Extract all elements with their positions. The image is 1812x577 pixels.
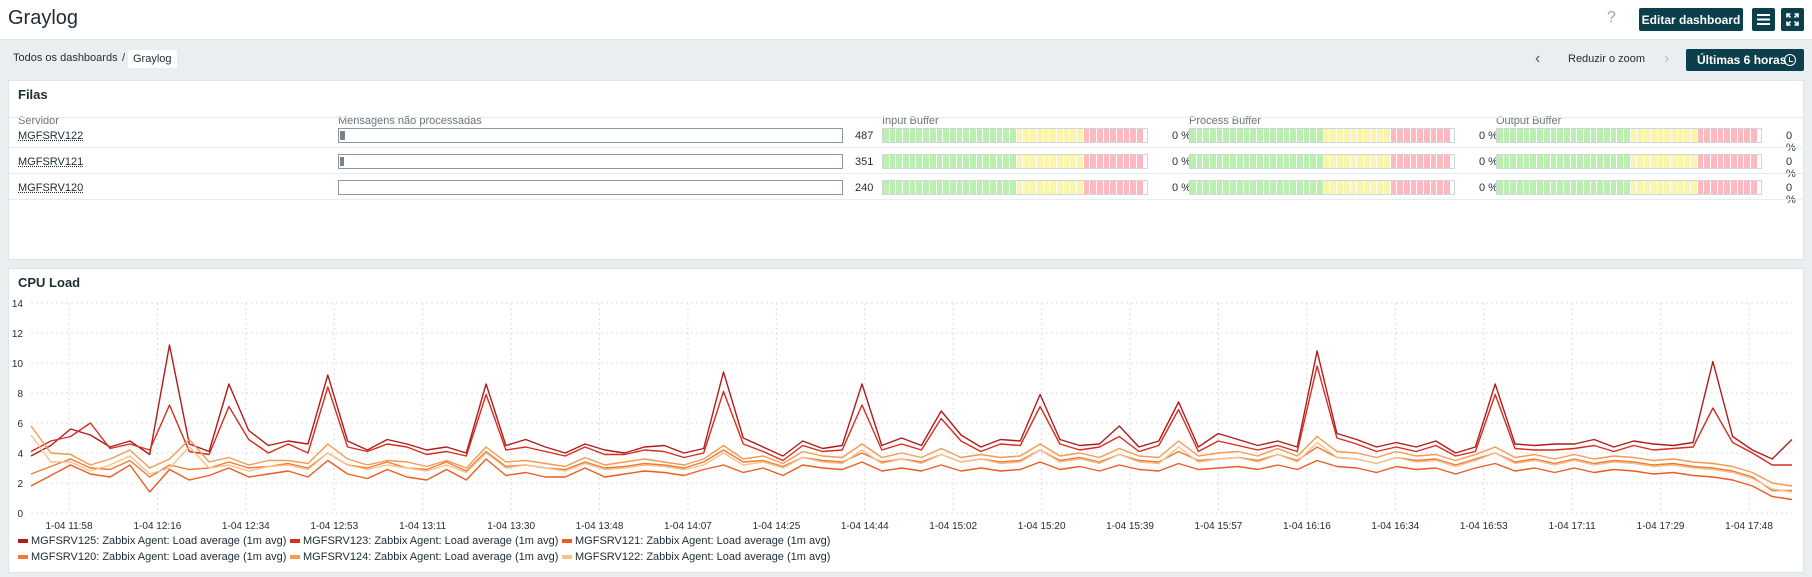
menu-icon [1757, 14, 1770, 25]
unprocessed-bar-fill [340, 157, 344, 166]
legend-label: MGFSRV120: Zabbix Agent: Load average (1… [31, 551, 287, 563]
legend-item[interactable]: MGFSRV122: Zabbix Agent: Load average (1… [562, 551, 830, 563]
x-tick-label: 1-04 16:34 [1371, 521, 1419, 532]
x-tick-label: 1-04 12:16 [134, 521, 182, 532]
legend-item[interactable]: MGFSRV123: Zabbix Agent: Load average (1… [290, 535, 558, 547]
x-tick-label: 1-04 11:58 [45, 521, 93, 532]
help-icon[interactable]: ? [1607, 9, 1616, 27]
y-tick-label: 6 [17, 419, 23, 430]
legend-swatch [562, 555, 572, 559]
row-divider [9, 117, 1805, 118]
unprocessed-bar [338, 180, 843, 195]
breadcrumb: Todos os dashboards / Graylog ‹ Reduzir … [0, 41, 1812, 79]
server-link[interactable]: MGFSRV121 [18, 156, 83, 168]
output-buffer-bar [1496, 154, 1762, 169]
legend-item[interactable]: MGFSRV121: Zabbix Agent: Load average (1… [562, 535, 830, 547]
x-tick-label: 1-04 13:30 [487, 521, 535, 532]
x-tick-label: 1-04 16:16 [1283, 521, 1331, 532]
output-buffer-percent: 0 % [1786, 156, 1796, 180]
legend-swatch [562, 539, 572, 543]
legend-label: MGFSRV125: Zabbix Agent: Load average (1… [31, 535, 287, 547]
legend-swatch [290, 539, 300, 543]
legend-item[interactable]: MGFSRV124: Zabbix Agent: Load average (1… [290, 551, 558, 563]
x-tick-label: 1-04 13:11 [399, 521, 447, 532]
unprocessed-count: 240 [855, 182, 874, 194]
output-buffer-percent: 0 % [1786, 130, 1796, 154]
x-tick-label: 1-04 14:07 [664, 521, 712, 532]
queues-title: Filas [18, 87, 48, 102]
y-tick-label: 8 [17, 389, 23, 400]
time-period-label: Últimas 6 horas [1697, 53, 1787, 67]
x-tick-label: 1-04 14:44 [841, 521, 889, 532]
app-title: Graylog [8, 7, 79, 29]
legend-label: MGFSRV122: Zabbix Agent: Load average (1… [575, 551, 831, 563]
output-buffer-percent: 0 % [1786, 182, 1796, 206]
x-tick-label: 1-04 15:57 [1195, 521, 1243, 532]
x-tick-label: 1-04 16:53 [1460, 521, 1508, 532]
series-line-2 [30, 365, 1792, 466]
server-link[interactable]: MGFSRV120 [18, 182, 83, 194]
time-period-button[interactable]: Últimas 6 horas [1686, 49, 1804, 71]
y-tick-label: 10 [12, 359, 24, 370]
breadcrumb-all-dashboards[interactable]: Todos os dashboards [13, 52, 118, 64]
unprocessed-count: 487 [855, 130, 874, 142]
unprocessed-bar [338, 128, 843, 143]
x-tick-label: 1-04 15:20 [1018, 521, 1066, 532]
y-tick-label: 12 [12, 329, 24, 340]
x-tick-label: 1-04 17:48 [1725, 521, 1773, 532]
chevron-left-icon[interactable]: ‹ [1535, 50, 1540, 68]
cpu-load-chart[interactable]: 0 2 4 6 8 10 12 14 1-04 11:58 1-04 12:16 1-04 12:3… [9, 269, 1805, 574]
process-buffer-bar [1189, 154, 1455, 169]
input-buffer-bar [882, 180, 1148, 195]
legend-swatch [290, 555, 300, 559]
y-tick-label: 4 [17, 449, 23, 460]
breadcrumb-separator: / [122, 52, 126, 64]
output-buffer-bar [1496, 180, 1762, 195]
y-tick-label: 0 [17, 509, 23, 520]
x-tick-label: 1-04 17:29 [1637, 521, 1685, 532]
clock-icon [1784, 54, 1796, 66]
x-tick-label: 1-04 15:02 [929, 521, 977, 532]
y-tick-label: 2 [17, 479, 23, 490]
fullscreen-icon [1786, 13, 1799, 26]
x-tick-label: 1-04 13:48 [576, 521, 624, 532]
legend-label: MGFSRV124: Zabbix Agent: Load average (1… [303, 551, 559, 563]
row-divider [9, 173, 1805, 174]
fullscreen-button[interactable] [1781, 8, 1804, 31]
process-buffer-bar [1189, 128, 1455, 143]
chevron-right-icon[interactable]: › [1664, 50, 1669, 68]
series-line-1 [30, 344, 1793, 460]
row-divider [9, 199, 1805, 200]
legend-label: MGFSRV123: Zabbix Agent: Load average (1… [303, 535, 559, 547]
unprocessed-count: 351 [855, 156, 874, 168]
row-divider [9, 147, 1805, 148]
input-buffer-bar [882, 128, 1148, 143]
y-tick-label: 14 [12, 299, 24, 310]
legend-label: MGFSRV121: Zabbix Agent: Load average (1… [575, 535, 831, 547]
breadcrumb-current: Graylog [128, 50, 177, 68]
cpu-load-widget: CPU Load 0 2 4 6 8 10 12 14 1-04 11:58 1-04 12:16… [8, 268, 1804, 573]
queues-widget: Filas Servidor Mensagens não processadas… [8, 80, 1805, 260]
menu-button[interactable] [1752, 8, 1775, 31]
unprocessed-bar [338, 154, 843, 169]
input-buffer-bar [882, 154, 1148, 169]
x-tick-label: 1-04 12:53 [310, 521, 358, 532]
x-tick-label: 1-04 15:39 [1106, 521, 1154, 532]
output-buffer-bar [1496, 128, 1762, 143]
series-line-5 [30, 425, 1793, 487]
unprocessed-bar-fill [340, 131, 346, 140]
edit-dashboard-button[interactable]: Editar dashboard [1639, 8, 1743, 31]
legend-swatch [18, 539, 28, 543]
server-link[interactable]: MGFSRV122 [18, 130, 83, 142]
zoom-out-button[interactable]: Reduzir o zoom [1568, 53, 1645, 65]
legend-swatch [18, 555, 28, 559]
top-header: Graylog ? Editar dashboard [0, 0, 1812, 40]
legend-item[interactable]: MGFSRV125: Zabbix Agent: Load average (1… [18, 535, 286, 547]
x-tick-label: 1-04 17:11 [1549, 521, 1597, 532]
legend-item[interactable]: MGFSRV120: Zabbix Agent: Load average (1… [18, 551, 286, 563]
x-tick-label: 1-04 12:34 [222, 521, 270, 532]
x-tick-label: 1-04 14:25 [752, 521, 800, 532]
process-buffer-bar [1189, 180, 1455, 195]
